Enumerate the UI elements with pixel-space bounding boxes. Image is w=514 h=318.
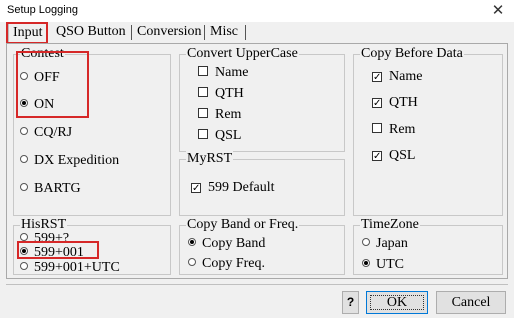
title-bar: Setup Logging ✕ [0,0,514,22]
window-title: Setup Logging [7,4,78,16]
footer-divider [6,284,508,285]
radio-icon [20,262,28,270]
checkbox-checked-icon: ✓ [191,183,201,194]
radio-icon [20,183,28,191]
convert-uppercase-qth[interactable]: QTH [198,86,244,102]
contest-option-cqrj[interactable]: CQ/RJ [20,125,72,141]
myrst-599-default[interactable]: ✓ 599 Default [191,180,274,196]
ok-button[interactable]: OK [366,291,428,314]
cancel-button[interactable]: Cancel [436,291,506,314]
copy-band-option[interactable]: Copy Band [188,236,265,252]
radio-selected-icon [362,259,370,267]
copy-before-rem[interactable]: Rem [372,122,415,138]
radio-icon [188,258,196,266]
checkbox-checked-icon: ✓ [372,98,382,109]
convert-uppercase-name[interactable]: Name [198,65,248,81]
myrst-label: MyRST [186,151,234,167]
ok-button-label: OK [370,295,424,310]
timezone-option-japan[interactable]: Japan [362,236,408,252]
checkbox-icon [198,87,208,97]
copy-before-qsl[interactable]: ✓ QSL [372,148,415,164]
radio-icon [20,155,28,163]
checkbox-checked-icon: ✓ [372,151,382,162]
timezone-group: TimeZone Japan UTC [353,217,503,275]
copy-before-data-label: Copy Before Data [360,46,464,62]
tab-qso-button[interactable]: QSO Button [52,23,130,43]
convert-uppercase-label: Convert UpperCase [186,46,299,62]
radio-icon [20,233,28,241]
copy-band-label: Copy Band or Freq. [186,217,300,233]
checkbox-icon [372,123,382,133]
tab-divider [204,25,205,40]
convert-uppercase-qsl[interactable]: QSL [198,128,241,144]
dialog-client: Input QSO Button Conversion Misc Contest… [0,22,514,318]
hisrst-highlight-box [17,241,99,259]
copy-before-data-group: Copy Before Data ✓ Name ✓ QTH Rem ✓ QSL [353,46,503,216]
copy-before-name[interactable]: ✓ Name [372,69,422,85]
contest-option-dx-expedition[interactable]: DX Expedition [20,153,119,169]
help-button[interactable]: ? [342,291,359,314]
convert-uppercase-rem[interactable]: Rem [198,107,241,123]
timezone-option-utc[interactable]: UTC [362,257,404,273]
timezone-label: TimeZone [360,217,420,233]
checkbox-checked-icon: ✓ [372,72,382,83]
tab-divider [245,25,246,40]
checkbox-icon [198,108,208,118]
tab-misc[interactable]: Misc [206,23,242,43]
copy-band-group: Copy Band or Freq. Copy Band Copy Freq. [179,217,345,275]
radio-icon [362,238,370,246]
checkbox-icon [198,129,208,139]
radio-icon [20,127,28,135]
contest-highlight-box [16,51,89,118]
radio-selected-icon [188,238,196,246]
contest-option-bartg[interactable]: BARTG [20,181,81,197]
tab-divider [131,25,132,40]
convert-uppercase-group: Convert UpperCase Name QTH Rem QSL [179,46,345,152]
tab-conversion[interactable]: Conversion [133,23,206,43]
copy-freq-option[interactable]: Copy Freq. [188,256,265,272]
copy-before-qth[interactable]: ✓ QTH [372,95,418,111]
hisrst-option-599-001-utc[interactable]: 599+001+UTC [20,260,120,276]
checkbox-icon [198,66,208,76]
myrst-group: MyRST ✓ 599 Default [179,151,345,216]
close-icon[interactable]: ✕ [488,1,508,21]
tab-panel-input: Contest OFF ON CQ/RJ DX Expedition BARTG… [6,43,508,279]
tab-highlight-box [6,22,48,44]
